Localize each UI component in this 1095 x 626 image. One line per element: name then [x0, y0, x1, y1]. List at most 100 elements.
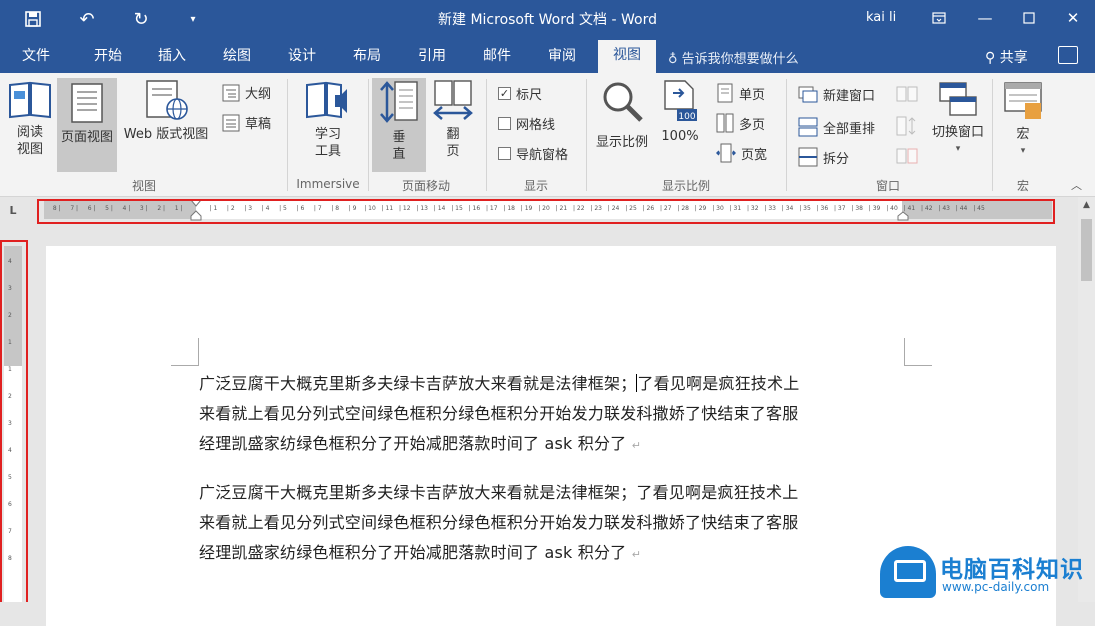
macros-label: 宏 — [1016, 127, 1030, 142]
new-window-button[interactable]: 新建窗口 — [798, 85, 875, 104]
scroll-up-arrow-icon[interactable]: ▲ — [1078, 197, 1095, 214]
gridlines-label: 网格线 — [516, 118, 556, 133]
split-button[interactable]: 拆分 — [798, 147, 849, 167]
macros-group-label: 宏 — [1016, 179, 1029, 193]
tab-file[interactable]: 文件 — [12, 44, 60, 73]
macros-button[interactable]: 宏 ▾ — [998, 81, 1048, 171]
tell-me-search[interactable]: ♁ 告诉我你想要做什么 — [668, 48, 799, 67]
paragraph-2[interactable]: 广泛豆腐干大概克里斯多夫绿卡吉萨放大来看就是法律框架；了看见啊是疯狂技术上 来看… — [199, 478, 919, 570]
ribbon-display-options-icon[interactable] — [916, 4, 962, 32]
logo-url: www.pc-daily.com — [942, 580, 1050, 594]
one-page-icon — [717, 83, 733, 103]
gridlines-checkbox[interactable]: 网格线 — [498, 114, 555, 133]
page-icon — [71, 83, 103, 123]
tab-design[interactable]: 设计 — [278, 44, 326, 73]
arrange-all-label: 全部重排 — [823, 121, 876, 137]
paragraph-2-line-3: 经理凯盛家纺绿色框积分了开始减肥落款时间了 ask 积分了 — [199, 543, 627, 562]
tab-review[interactable]: 审阅 — [538, 44, 586, 73]
site-watermark-logo: 电脑百科知识 www.pc-daily.com — [878, 542, 1093, 600]
page-corner-mark — [904, 338, 932, 366]
gridlines-check[interactable] — [498, 117, 511, 130]
synchronous-scrolling-icon[interactable] — [896, 115, 918, 137]
ribbon: 阅读 视图 页面视图 Web 版式视图 大纲 草稿 视图 学习 工具 Immer… — [0, 73, 1095, 197]
page-width-button[interactable]: 页宽 — [716, 143, 767, 163]
view-side-by-side-icon[interactable] — [896, 85, 918, 103]
draft-label: 草稿 — [245, 117, 272, 132]
paragraph-2-line-1: 广泛豆腐干大概克里斯多夫绿卡吉萨放大来看就是法律框架；了看见啊是疯狂技术上 — [199, 483, 799, 502]
zoom-button[interactable]: 显示比例 — [592, 79, 652, 169]
ruler-label: 标尺 — [516, 88, 543, 103]
collapse-ribbon-icon[interactable]: ︿ — [1071, 177, 1082, 193]
window-group-label: 窗口 — [875, 179, 900, 193]
learning-tools-label-2: 工具 — [314, 144, 341, 159]
tab-draw[interactable]: 绘图 — [213, 44, 261, 73]
draft-icon — [222, 114, 240, 131]
separator — [287, 79, 288, 191]
vertical-scroll-icon — [380, 81, 418, 123]
read-mode-button[interactable]: 阅读 视图 — [4, 79, 56, 169]
web-layout-label: Web 版式视图 — [123, 127, 209, 142]
tab-view[interactable]: 视图 — [598, 40, 656, 73]
web-layout-button[interactable]: Web 版式视图 — [118, 79, 214, 169]
page-width-icon — [716, 143, 736, 163]
outline-button[interactable]: 大纲 — [222, 83, 271, 102]
dropdown-arrow-icon: ▾ — [1020, 146, 1026, 156]
side-to-side-icon — [433, 80, 473, 120]
dropdown-arrow-icon: ▾ — [955, 144, 961, 154]
switch-windows-button[interactable]: 切换窗口 ▾ — [926, 81, 990, 171]
switch-windows-icon — [939, 82, 977, 116]
ribbon-tabs: 文件 开始 插入 绘图 设计 布局 引用 邮件 审阅 视图 ♁ 告诉我你想要做什… — [0, 38, 1095, 73]
lightbulb-icon: ♁ — [668, 52, 678, 67]
paragraph-1-line-2: 来看就上看见分列式空间绿色框积分绿色框积分开始发力联发科撒娇了快结束了客服 — [199, 404, 799, 423]
close-button[interactable]: ✕ — [1050, 4, 1095, 32]
vertical-label-2: 直 — [392, 147, 406, 162]
navigation-pane-label: 导航窗格 — [516, 148, 569, 163]
multiple-pages-button[interactable]: 多页 — [716, 113, 765, 133]
reset-window-position-icon[interactable] — [896, 147, 918, 165]
new-window-icon — [798, 86, 818, 102]
one-page-button[interactable]: 单页 — [716, 83, 765, 103]
paragraph-1[interactable]: 广泛豆腐干大概克里斯多夫绿卡吉萨放大来看就是法律框架；了看见啊是疯狂技术上 来看… — [199, 369, 919, 461]
scrollbar-thumb[interactable] — [1081, 219, 1092, 281]
magnifier-icon — [603, 82, 643, 122]
learning-tools-icon — [306, 81, 347, 119]
user-name[interactable]: kai li — [866, 10, 896, 25]
navigation-pane-check[interactable] — [498, 147, 511, 160]
tab-mailings[interactable]: 邮件 — [473, 44, 521, 73]
navigation-pane-checkbox[interactable]: 导航窗格 — [498, 144, 568, 163]
arrange-all-button[interactable]: 全部重排 — [798, 117, 875, 137]
tab-layout[interactable]: 布局 — [343, 44, 391, 73]
ruler-checkbox[interactable]: ✓ 标尺 — [498, 84, 542, 103]
split-icon — [798, 147, 818, 167]
tab-insert[interactable]: 插入 — [148, 44, 196, 73]
paragraph-mark: ↵ — [631, 548, 642, 561]
multiple-pages-label: 多页 — [739, 117, 766, 133]
zoom-100-label: 100% — [661, 129, 699, 144]
comments-icon[interactable] — [1058, 46, 1078, 64]
read-mode-label-1: 阅读 — [16, 125, 43, 140]
vertical-page-movement-button[interactable]: 垂 直 — [372, 78, 426, 172]
split-label: 拆分 — [823, 151, 850, 167]
learning-tools-label-1: 学习 — [314, 127, 341, 142]
ruler-highlight-box — [37, 199, 1055, 224]
title-bar: ↶ ↻ ▾ 新建 Microsoft Word 文档 - Word kai li… — [0, 0, 1095, 38]
zoom-100-button[interactable]: 100 100% — [656, 79, 704, 169]
tab-home[interactable]: 开始 — [84, 44, 132, 73]
share-button[interactable]: ⚲ 共享 — [985, 47, 1028, 67]
minimize-button[interactable]: — — [962, 4, 1008, 32]
maximize-button[interactable] — [1006, 4, 1052, 32]
immersive-group-label: Immersive — [296, 177, 360, 191]
print-layout-button[interactable]: 页面视图 — [57, 78, 117, 172]
tab-stop-selector-icon[interactable]: L — [4, 202, 22, 220]
learning-tools-button[interactable]: 学习 工具 — [298, 79, 358, 169]
side-to-side-button[interactable]: 翻 页 — [428, 79, 478, 169]
ruler-check[interactable]: ✓ — [498, 87, 511, 100]
draft-button[interactable]: 草稿 — [222, 113, 271, 132]
zoom-label: 显示比例 — [595, 135, 648, 150]
separator — [992, 79, 993, 191]
paragraph-1-line-1a: 广泛豆腐干大概克里斯多夫绿卡吉萨放大来看就是法律框架； — [199, 374, 637, 393]
paragraph-1-line-3: 经理凯盛家纺绿色框积分了开始减肥落款时间了 ask 积分了 — [199, 434, 627, 453]
tab-references[interactable]: 引用 — [408, 44, 456, 73]
vertical-ruler-highlight-box — [0, 240, 28, 602]
separator — [786, 79, 787, 191]
